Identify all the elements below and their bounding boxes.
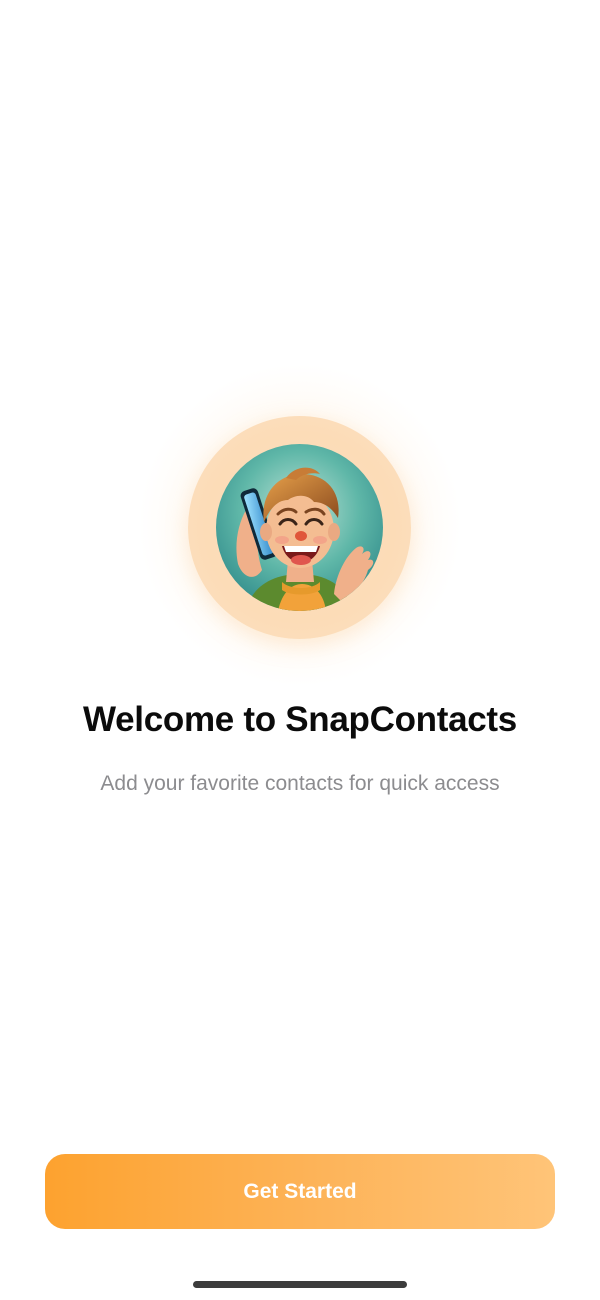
welcome-title: Welcome to SnapContacts: [83, 700, 517, 739]
avatar: [216, 444, 383, 611]
onboarding-screen: Welcome to SnapContacts Add your favorit…: [0, 0, 600, 1300]
get-started-button[interactable]: Get Started: [45, 1154, 555, 1229]
home-indicator[interactable]: [193, 1281, 407, 1288]
welcome-subtitle: Add your favorite contacts for quick acc…: [100, 772, 500, 795]
laughing-person-icon: [216, 444, 383, 611]
